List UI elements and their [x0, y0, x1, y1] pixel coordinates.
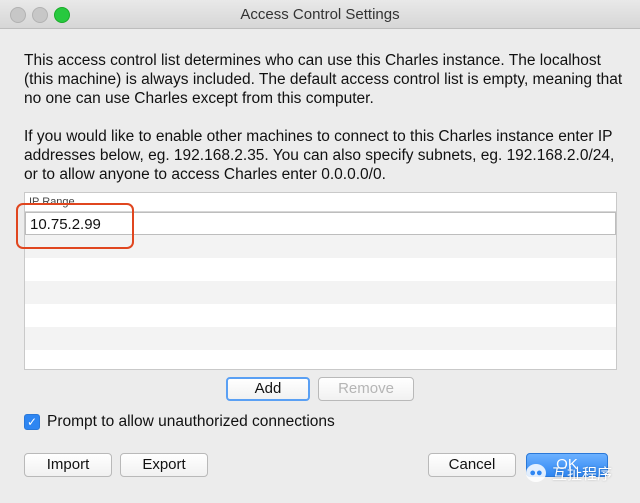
checkbox-checked-icon[interactable]: ✓: [24, 414, 40, 430]
cancel-button[interactable]: Cancel: [428, 453, 516, 477]
wechat-icon: ●●: [526, 464, 546, 482]
table-row[interactable]: [25, 258, 616, 281]
import-button[interactable]: Import: [24, 453, 112, 477]
table-row[interactable]: [25, 304, 616, 327]
remove-button[interactable]: Remove: [318, 377, 414, 401]
watermark-text: 互扯程序: [552, 466, 613, 483]
title-bar: Access Control Settings: [0, 0, 640, 29]
description-paragraph-1: This access control list determines who …: [24, 52, 623, 107]
table-row[interactable]: [25, 350, 616, 369]
prompt-checkbox-label: Prompt to allow unauthorized connections: [47, 413, 335, 430]
description-paragraph-2: If you would like to enable other machin…: [24, 128, 615, 183]
export-button[interactable]: Export: [120, 453, 208, 477]
add-button[interactable]: Add: [226, 377, 310, 401]
window-title: Access Control Settings: [240, 6, 400, 23]
table-row[interactable]: [25, 327, 616, 350]
table-row[interactable]: [25, 281, 616, 304]
annotation-highlight: [16, 203, 134, 249]
watermark: ●● 互扯程序: [526, 463, 626, 483]
